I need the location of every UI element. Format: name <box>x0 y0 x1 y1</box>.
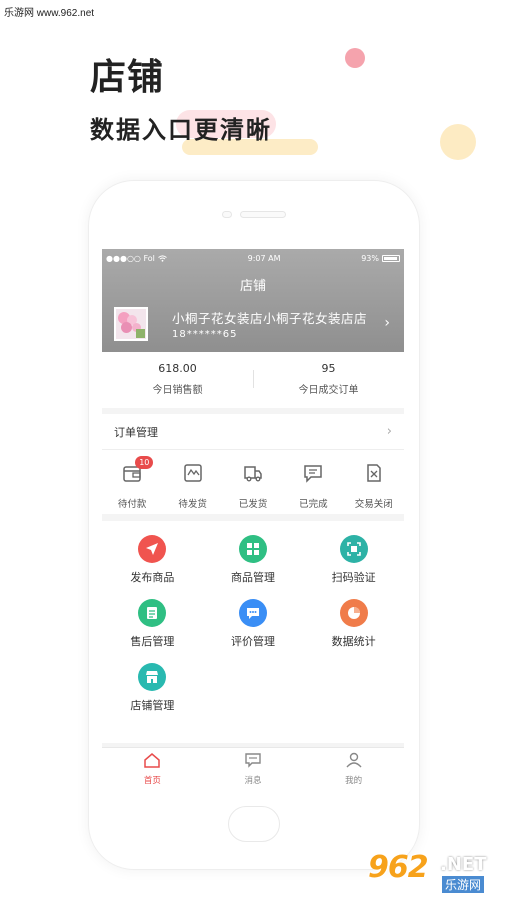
message-check-icon <box>304 465 323 483</box>
tab-home[interactable]: 首页 <box>102 748 203 789</box>
stat-orders-value: 95 <box>321 362 336 375</box>
logo-number: 962 <box>368 850 429 885</box>
tools-grid: 发布商品 商品管理 扫码验证 售后管理 评价管理 数据统计 店铺管理 <box>102 521 404 743</box>
store-header: ●●●○○ Fol 9:07 AM 93% 店铺 小桐子花女装店小桐子花女装店店… <box>102 249 404 352</box>
aftersale-doc-icon <box>138 599 167 627</box>
chevron-right-icon: › <box>386 424 392 439</box>
bottom-tab-bar: 首页 消息 我的 <box>102 747 404 789</box>
store-name: 小桐子花女装店小桐子花女装店店 <box>172 311 368 326</box>
hero-subtitle: 数据入口更清晰 <box>90 116 272 144</box>
pending-payment-badge: 10 <box>135 456 154 469</box>
stat-sales-value: 618.00 <box>158 362 197 375</box>
store-icon <box>138 663 167 691</box>
carrier-text: ●●●○○ Fol <box>106 253 155 263</box>
scan-icon <box>339 535 368 563</box>
wifi-icon <box>158 254 167 262</box>
tool-data-statistics[interactable]: 数据统计 <box>303 599 404 663</box>
order-status-label: 已完成 <box>299 499 328 510</box>
user-icon <box>346 752 362 768</box>
publish-icon <box>138 535 167 563</box>
order-status-closed[interactable]: 交易关闭 <box>346 462 402 510</box>
app-screen: ●●●○○ Fol 9:07 AM 93% 店铺 小桐子花女装店小桐子花女装店店… <box>102 249 404 789</box>
store-avatar <box>114 307 148 341</box>
stat-orders[interactable]: 95 今日成交订单 <box>253 352 404 408</box>
phone-speaker <box>240 211 286 218</box>
tool-label: 数据统计 <box>331 635 376 648</box>
site-logo: 962 .NET 乐游网 <box>368 850 502 896</box>
decor-dot-yellow <box>440 124 476 160</box>
tab-label: 首页 <box>143 776 161 786</box>
phone-camera <box>222 211 232 218</box>
tool-review-management[interactable]: 评价管理 <box>203 599 304 663</box>
box-icon <box>183 464 202 482</box>
store-phone: 18******65 <box>172 329 238 340</box>
tab-label: 我的 <box>345 776 363 786</box>
sales-stats: 618.00 今日销售额 95 今日成交订单 <box>102 352 404 408</box>
logo-cn: 乐游网 <box>442 876 485 893</box>
order-management-title: 订单管理 <box>114 425 158 439</box>
decor-dot-pink <box>345 48 365 68</box>
tab-profile[interactable]: 我的 <box>303 748 404 789</box>
order-status-pending-payment[interactable]: 10 待付款 <box>104 456 160 510</box>
tool-label: 扫码验证 <box>331 571 376 584</box>
order-status-label: 待发货 <box>178 499 207 510</box>
status-time: 9:07 AM <box>247 253 281 263</box>
tab-label: 消息 <box>244 776 262 786</box>
tool-label: 商品管理 <box>230 571 275 584</box>
home-icon <box>144 753 161 768</box>
order-status-label: 交易关闭 <box>354 499 393 510</box>
order-status-shipped[interactable]: 已发货 <box>225 462 281 510</box>
logo-net: .NET <box>440 854 487 875</box>
hero-title: 店铺 <box>90 57 165 98</box>
stat-sales-label: 今日销售额 <box>152 385 203 396</box>
tool-label: 发布商品 <box>130 571 175 584</box>
watermark-text: 乐游网 www.962.net <box>4 8 95 19</box>
stat-sales[interactable]: 618.00 今日销售额 <box>102 352 253 408</box>
close-doc-icon <box>367 464 381 482</box>
screen-title: 店铺 <box>239 279 266 294</box>
chevron-right-icon: › <box>384 315 390 331</box>
tool-label: 售后管理 <box>130 635 175 648</box>
order-status-completed[interactable]: 已完成 <box>285 462 341 510</box>
order-management-row[interactable]: 订单管理 › <box>102 414 404 450</box>
message-icon <box>245 753 261 768</box>
order-status-to-ship[interactable]: 待发货 <box>165 462 221 510</box>
product-grid-icon <box>238 535 267 563</box>
store-info-row[interactable]: 小桐子花女装店小桐子花女装店店 18******65 › <box>114 307 394 341</box>
tool-publish-product[interactable]: 发布商品 <box>102 535 203 599</box>
stats-divider <box>253 370 254 388</box>
status-bar: ●●●○○ Fol 9:07 AM 93% <box>102 249 404 267</box>
tool-product-management[interactable]: 商品管理 <box>203 535 304 599</box>
order-status-label: 已发货 <box>238 499 268 510</box>
tool-scan-verify[interactable]: 扫码验证 <box>303 535 404 599</box>
truck-icon <box>244 466 262 482</box>
pie-chart-icon <box>339 599 368 627</box>
tool-store-management[interactable]: 店铺管理 <box>102 663 203 727</box>
tool-label: 评价管理 <box>230 635 275 648</box>
tool-aftersale-management[interactable]: 售后管理 <box>102 599 203 663</box>
comment-icon <box>238 599 267 627</box>
order-status-label: 待付款 <box>117 499 147 510</box>
tool-label: 店铺管理 <box>130 699 175 712</box>
battery-percent: 93% <box>361 253 379 263</box>
battery-icon <box>382 254 400 262</box>
phone-home-button <box>228 806 280 842</box>
stat-orders-label: 今日成交订单 <box>298 385 359 396</box>
tab-messages[interactable]: 消息 <box>203 748 304 789</box>
order-status-bar: 10 待付款 待发货 已发货 已完成 交易关闭 <box>102 450 404 514</box>
